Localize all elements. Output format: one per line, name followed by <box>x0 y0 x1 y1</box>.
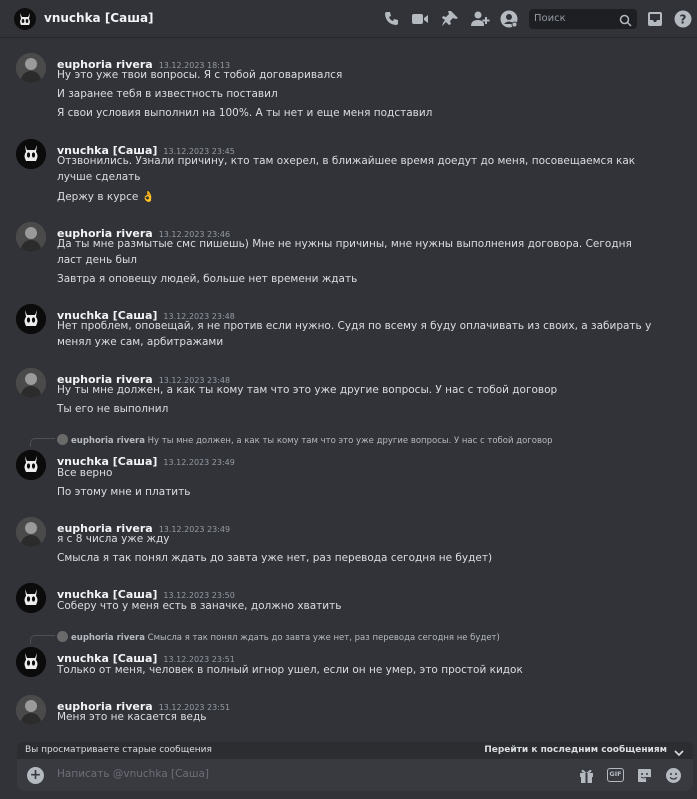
message-text: я с 8 числа уже жду <box>57 533 170 545</box>
reply-avatar <box>57 434 68 445</box>
old-messages-bar: Вы просматриваете старые сообщения Перей… <box>17 742 693 759</box>
reply-spine <box>30 438 55 447</box>
help-icon[interactable]: ? <box>673 9 693 29</box>
reply-spine <box>30 635 55 644</box>
author-avatar[interactable] <box>16 450 46 480</box>
message-text: Ну ты мне должен, а как ты кому там что … <box>57 384 558 396</box>
user-profile-icon[interactable] <box>499 9 519 29</box>
add-friends-icon[interactable] <box>470 9 490 29</box>
message-text: Я свои условия выполнил на 100%. А ты не… <box>57 107 433 119</box>
reply-author: euphoria rivera <box>71 436 145 446</box>
dm-title: vnuchka [Саша] <box>44 11 154 25</box>
video-call-icon[interactable] <box>410 9 430 29</box>
attach-plus-icon[interactable]: + <box>27 767 44 784</box>
svg-text:?: ? <box>680 13 687 27</box>
message-text: Держу в курсе 👌 <box>57 191 155 203</box>
reply-avatar <box>57 631 68 642</box>
author-avatar[interactable] <box>16 222 46 252</box>
message-text: Меня это не касается ведь <box>57 711 207 723</box>
message-text: Только от меня, человек в полный игнор у… <box>57 664 523 676</box>
reply-author: euphoria rivera <box>71 633 145 643</box>
message-text: Завтра я оповещу людей, больше нет време… <box>57 273 358 285</box>
author-avatar[interactable] <box>16 368 46 398</box>
message-input[interactable]: Написать @vnuchka [Саша] <box>57 768 209 780</box>
chevron-down-icon[interactable] <box>673 744 685 757</box>
reply-text: Смысла я так понял ждать до завта уже не… <box>147 633 500 643</box>
message-text: По этому мне и платить <box>57 486 191 498</box>
reply-preview[interactable]: euphoria rivera Смысла я так понял ждать… <box>57 631 500 643</box>
author-avatar[interactable] <box>16 517 46 547</box>
search-input[interactable]: Поиск <box>529 9 637 29</box>
message-text: Отзвонились. Узнали причину, кто там охе… <box>57 155 636 183</box>
message-text: Соберу что у меня есть в заначке, должно… <box>57 600 342 612</box>
jump-to-present-button[interactable]: Перейти к последним сообщениям <box>484 745 667 755</box>
gift-icon[interactable] <box>578 767 595 784</box>
reply-text: Ну ты мне должен, а как ты кому там что … <box>147 436 553 446</box>
message-text: Да ты мне размытые смс пишешь) Мне не ну… <box>57 238 632 266</box>
message-text: Ты его не выполнил <box>57 403 169 415</box>
author-avatar[interactable] <box>16 583 46 613</box>
message-text: И заранее тебя в известность поставил <box>57 88 278 100</box>
message-text: Смысла я так понял ждать до завта уже не… <box>57 552 493 564</box>
message-text: Ну это уже твои вопросы. Я с тобой догов… <box>57 69 343 81</box>
dm-avatar <box>14 8 36 30</box>
old-messages-notice: Вы просматриваете старые сообщения <box>25 745 212 755</box>
message-text: Нет проблем, оповещай, я не против если … <box>57 320 652 348</box>
channel-header: vnuchka [Саша] Поиск ? <box>0 0 697 38</box>
sticker-icon[interactable] <box>636 767 653 784</box>
message-text: Все верно <box>57 467 113 479</box>
search-placeholder: Поиск <box>534 13 566 24</box>
author-avatar[interactable] <box>16 647 46 677</box>
gif-button[interactable]: GIF <box>607 768 624 782</box>
search-icon <box>619 12 632 27</box>
emoji-icon[interactable] <box>665 767 682 784</box>
author-avatar[interactable] <box>16 695 46 725</box>
voice-call-icon[interactable] <box>382 9 402 29</box>
message-list[interactable]: euphoria rivera 13.12.2023 18:13 Ну это у… <box>0 38 697 738</box>
author-avatar[interactable] <box>16 304 46 334</box>
message-composer[interactable]: + Написать @vnuchka [Саша] GIF <box>17 759 693 791</box>
author-avatar[interactable] <box>16 139 46 169</box>
inbox-icon[interactable] <box>645 9 665 29</box>
pin-icon[interactable] <box>440 9 460 29</box>
reply-preview[interactable]: euphoria rivera Ну ты мне должен, а как … <box>57 434 553 446</box>
author-avatar[interactable] <box>16 53 46 83</box>
